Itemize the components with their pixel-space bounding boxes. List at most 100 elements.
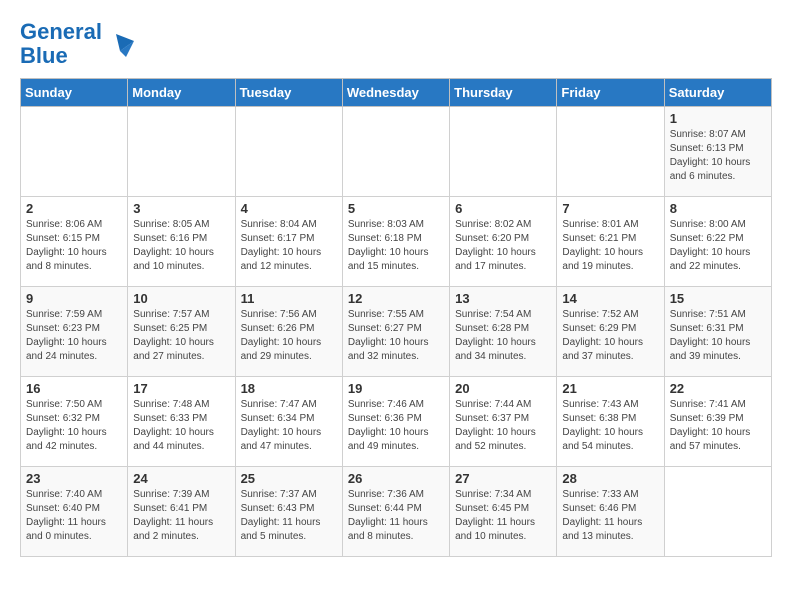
calendar-cell: 14 Sunrise: 7:52 AM Sunset: 6:29 PM Dayli… xyxy=(557,287,664,377)
day-info: Sunrise: 7:52 AM Sunset: 6:29 PM Dayligh… xyxy=(562,308,658,364)
column-header-wednesday: Wednesday xyxy=(342,79,449,107)
calendar-cell: 16Sunrise: 7:50 AM Sunset: 6:32 PM Dayli… xyxy=(21,377,128,467)
calendar-cell: 4 Sunrise: 8:04 AM Sunset: 6:17 PM Daylig… xyxy=(235,197,342,287)
calendar-cell: 27 Sunrise: 7:34 AM Sunset: 6:45 PM Dayli… xyxy=(450,467,557,557)
calendar-header-row: SundayMondayTuesdayWednesdayThursdayFrid… xyxy=(21,79,772,107)
day-number: 5 xyxy=(348,201,444,216)
day-info: Sunrise: 7:34 AM Sunset: 6:45 PM Dayligh… xyxy=(455,488,551,544)
calendar-cell: 9 Sunrise: 7:59 AM Sunset: 6:23 PM Daylig… xyxy=(21,287,128,377)
day-number: 15 xyxy=(670,291,766,306)
day-number: 4 xyxy=(241,201,337,216)
column-header-monday: Monday xyxy=(128,79,235,107)
day-info: Sunrise: 7:41 AM Sunset: 6:39 PM Dayligh… xyxy=(670,398,766,454)
calendar-cell: 26 Sunrise: 7:36 AM Sunset: 6:44 PM Dayli… xyxy=(342,467,449,557)
calendar-cell: 19 Sunrise: 7:46 AM Sunset: 6:36 PM Dayli… xyxy=(342,377,449,467)
day-number: 27 xyxy=(455,471,551,486)
day-info: Sunrise: 8:04 AM Sunset: 6:17 PM Dayligh… xyxy=(241,218,337,274)
day-info: Sunrise: 7:50 AM Sunset: 6:32 PM Dayligh… xyxy=(26,398,122,454)
calendar-week-row: 1 Sunrise: 8:07 AM Sunset: 6:13 PM Daylig… xyxy=(21,107,772,197)
calendar-cell: 12Sunrise: 7:55 AM Sunset: 6:27 PM Dayli… xyxy=(342,287,449,377)
day-info: Sunrise: 7:39 AM Sunset: 6:41 PM Dayligh… xyxy=(133,488,229,544)
calendar-cell: 2 Sunrise: 8:06 AM Sunset: 6:15 PM Daylig… xyxy=(21,197,128,287)
calendar-cell: 21 Sunrise: 7:43 AM Sunset: 6:38 PM Dayli… xyxy=(557,377,664,467)
day-info: Sunrise: 8:05 AM Sunset: 6:16 PM Dayligh… xyxy=(133,218,229,274)
day-number: 7 xyxy=(562,201,658,216)
calendar-cell: 3 Sunrise: 8:05 AM Sunset: 6:16 PM Daylig… xyxy=(128,197,235,287)
day-number: 25 xyxy=(241,471,337,486)
day-info: Sunrise: 8:07 AM Sunset: 6:13 PM Dayligh… xyxy=(670,128,766,184)
calendar-cell: 13 Sunrise: 7:54 AM Sunset: 6:28 PM Dayli… xyxy=(450,287,557,377)
calendar-cell xyxy=(21,107,128,197)
calendar-cell: 20 Sunrise: 7:44 AM Sunset: 6:37 PM Dayli… xyxy=(450,377,557,467)
day-info: Sunrise: 8:06 AM Sunset: 6:15 PM Dayligh… xyxy=(26,218,122,274)
calendar-cell: 24 Sunrise: 7:39 AM Sunset: 6:41 PM Dayli… xyxy=(128,467,235,557)
calendar-cell: 6 Sunrise: 8:02 AM Sunset: 6:20 PM Daylig… xyxy=(450,197,557,287)
day-info: Sunrise: 7:46 AM Sunset: 6:36 PM Dayligh… xyxy=(348,398,444,454)
day-number: 14 xyxy=(562,291,658,306)
day-info: Sunrise: 7:54 AM Sunset: 6:28 PM Dayligh… xyxy=(455,308,551,364)
day-number: 20 xyxy=(455,381,551,396)
day-info: Sunrise: 7:37 AM Sunset: 6:43 PM Dayligh… xyxy=(241,488,337,544)
calendar-cell: 28 Sunrise: 7:33 AM Sunset: 6:46 PM Dayli… xyxy=(557,467,664,557)
day-number: 21 xyxy=(562,381,658,396)
day-number: 23 xyxy=(26,471,122,486)
calendar-cell: 5 Sunrise: 8:03 AM Sunset: 6:18 PM Daylig… xyxy=(342,197,449,287)
day-number: 8 xyxy=(670,201,766,216)
day-info: Sunrise: 7:57 AM Sunset: 6:25 PM Dayligh… xyxy=(133,308,229,364)
logo: GeneralBlue xyxy=(20,20,136,68)
day-info: Sunrise: 7:43 AM Sunset: 6:38 PM Dayligh… xyxy=(562,398,658,454)
calendar-cell: 15 Sunrise: 7:51 AM Sunset: 6:31 PM Dayli… xyxy=(664,287,771,377)
calendar-cell: 22 Sunrise: 7:41 AM Sunset: 6:39 PM Dayli… xyxy=(664,377,771,467)
calendar-cell xyxy=(664,467,771,557)
calendar-cell xyxy=(557,107,664,197)
calendar-cell: 18Sunrise: 7:47 AM Sunset: 6:34 PM Dayli… xyxy=(235,377,342,467)
column-header-thursday: Thursday xyxy=(450,79,557,107)
day-number: 24 xyxy=(133,471,229,486)
calendar-week-row: 16Sunrise: 7:50 AM Sunset: 6:32 PM Dayli… xyxy=(21,377,772,467)
day-info: Sunrise: 8:02 AM Sunset: 6:20 PM Dayligh… xyxy=(455,218,551,274)
day-number: 19 xyxy=(348,381,444,396)
day-number: 22 xyxy=(670,381,766,396)
day-number: 11 xyxy=(241,291,337,306)
day-info: Sunrise: 8:03 AM Sunset: 6:18 PM Dayligh… xyxy=(348,218,444,274)
calendar-week-row: 23 Sunrise: 7:40 AM Sunset: 6:40 PM Dayli… xyxy=(21,467,772,557)
calendar-cell: 1 Sunrise: 8:07 AM Sunset: 6:13 PM Daylig… xyxy=(664,107,771,197)
column-header-friday: Friday xyxy=(557,79,664,107)
calendar-week-row: 2 Sunrise: 8:06 AM Sunset: 6:15 PM Daylig… xyxy=(21,197,772,287)
calendar-cell: 10Sunrise: 7:57 AM Sunset: 6:25 PM Dayli… xyxy=(128,287,235,377)
day-number: 17 xyxy=(133,381,229,396)
day-number: 12 xyxy=(348,291,444,306)
calendar-cell: 8 Sunrise: 8:00 AM Sunset: 6:22 PM Daylig… xyxy=(664,197,771,287)
column-header-tuesday: Tuesday xyxy=(235,79,342,107)
day-number: 2 xyxy=(26,201,122,216)
logo-icon xyxy=(106,29,136,59)
calendar-cell: 7 Sunrise: 8:01 AM Sunset: 6:21 PM Daylig… xyxy=(557,197,664,287)
logo-text: GeneralBlue xyxy=(20,20,102,68)
day-number: 1 xyxy=(670,111,766,126)
day-info: Sunrise: 8:00 AM Sunset: 6:22 PM Dayligh… xyxy=(670,218,766,274)
calendar-cell: 23 Sunrise: 7:40 AM Sunset: 6:40 PM Dayli… xyxy=(21,467,128,557)
calendar-week-row: 9 Sunrise: 7:59 AM Sunset: 6:23 PM Daylig… xyxy=(21,287,772,377)
day-number: 26 xyxy=(348,471,444,486)
day-info: Sunrise: 7:47 AM Sunset: 6:34 PM Dayligh… xyxy=(241,398,337,454)
day-number: 28 xyxy=(562,471,658,486)
calendar-cell xyxy=(342,107,449,197)
day-info: Sunrise: 8:01 AM Sunset: 6:21 PM Dayligh… xyxy=(562,218,658,274)
page-header: GeneralBlue xyxy=(20,20,772,68)
calendar-cell: 11 Sunrise: 7:56 AM Sunset: 6:26 PM Dayli… xyxy=(235,287,342,377)
day-number: 6 xyxy=(455,201,551,216)
day-info: Sunrise: 7:51 AM Sunset: 6:31 PM Dayligh… xyxy=(670,308,766,364)
column-header-sunday: Sunday xyxy=(21,79,128,107)
day-info: Sunrise: 7:44 AM Sunset: 6:37 PM Dayligh… xyxy=(455,398,551,454)
day-number: 13 xyxy=(455,291,551,306)
calendar-cell: 25 Sunrise: 7:37 AM Sunset: 6:43 PM Dayli… xyxy=(235,467,342,557)
calendar-cell xyxy=(450,107,557,197)
day-info: Sunrise: 7:40 AM Sunset: 6:40 PM Dayligh… xyxy=(26,488,122,544)
day-info: Sunrise: 7:36 AM Sunset: 6:44 PM Dayligh… xyxy=(348,488,444,544)
day-info: Sunrise: 7:59 AM Sunset: 6:23 PM Dayligh… xyxy=(26,308,122,364)
day-number: 9 xyxy=(26,291,122,306)
calendar-cell xyxy=(128,107,235,197)
day-info: Sunrise: 7:56 AM Sunset: 6:26 PM Dayligh… xyxy=(241,308,337,364)
day-info: Sunrise: 7:33 AM Sunset: 6:46 PM Dayligh… xyxy=(562,488,658,544)
day-number: 3 xyxy=(133,201,229,216)
